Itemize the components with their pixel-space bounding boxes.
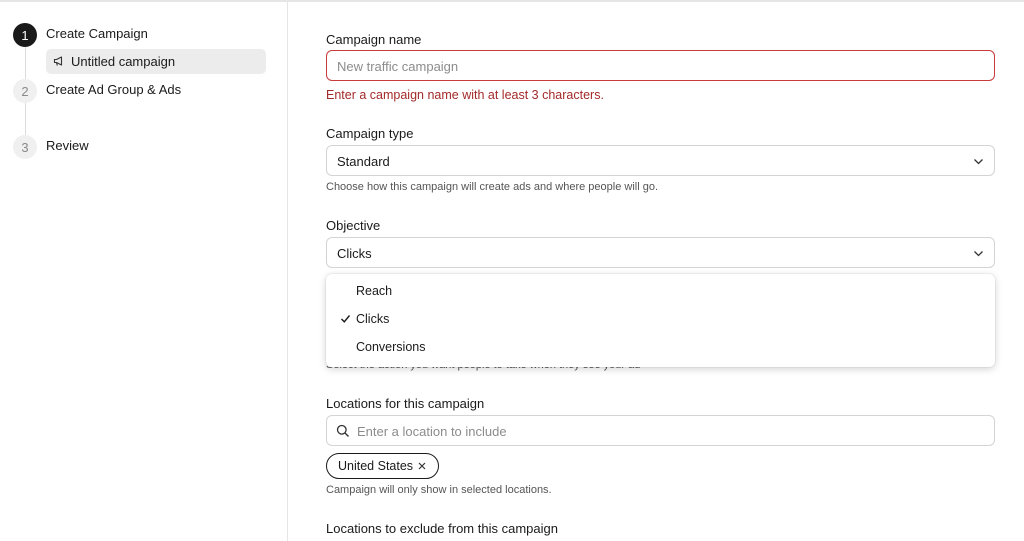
- objective-select[interactable]: Clicks: [326, 237, 995, 268]
- chevron-down-icon: [974, 159, 983, 165]
- option-reach[interactable]: Reach: [326, 279, 995, 305]
- campaign-name-label: Campaign name: [326, 32, 422, 47]
- campaign-name-input[interactable]: New traffic campaign: [326, 50, 995, 81]
- location-chip-united-states: United States: [326, 453, 439, 479]
- campaign-name-error: Enter a campaign name with at least 3 ch…: [326, 88, 604, 102]
- step-number-badge: 3: [13, 135, 37, 159]
- step-number-badge: 1: [13, 23, 37, 47]
- option-clicks[interactable]: Clicks: [326, 307, 995, 333]
- sidebar-item-untitled-campaign[interactable]: Untitled campaign: [46, 49, 266, 74]
- checkmark-icon: [341, 315, 351, 323]
- objective-label: Objective: [326, 218, 381, 233]
- campaign-type-select[interactable]: Standard: [326, 145, 995, 176]
- campaign-type-value: Standard: [337, 154, 390, 169]
- campaign-name-placeholder: New traffic campaign: [337, 59, 459, 74]
- exclude-locations-label: Locations to exclude from this campaign: [326, 521, 558, 536]
- wizard-sidebar: 1 Create Campaign Untitled campaign 2 Cr…: [0, 2, 288, 541]
- location-search-input[interactable]: Enter a location to include: [326, 415, 995, 446]
- megaphone-icon: [53, 56, 63, 66]
- search-icon: [336, 424, 349, 437]
- close-icon[interactable]: [417, 461, 427, 471]
- step-label: Create Ad Group & Ads: [46, 82, 182, 97]
- campaign-form: Campaign name New traffic campaign Enter…: [289, 2, 1024, 541]
- step-review[interactable]: 3 Review: [0, 135, 288, 163]
- step-number-badge: 2: [13, 79, 37, 103]
- sidebar-item-label: Untitled campaign: [71, 54, 176, 69]
- campaign-type-label: Campaign type: [326, 126, 414, 141]
- step-create-campaign[interactable]: 1 Create Campaign: [0, 23, 288, 51]
- step-label: Review: [46, 138, 89, 153]
- option-conversions[interactable]: Conversions: [326, 335, 995, 361]
- campaign-type-help: Choose how this campaign will create ads…: [326, 181, 659, 193]
- objective-dropdown-menu: Reach Clicks Conversions: [326, 274, 995, 367]
- option-label: Conversions: [356, 340, 426, 354]
- step-create-ad-group[interactable]: 2 Create Ad Group & Ads: [0, 79, 288, 107]
- chip-label: United States: [338, 459, 414, 473]
- step-connector: [25, 47, 26, 79]
- step-connector: [25, 103, 26, 135]
- locations-help: Campaign will only show in selected loca…: [326, 484, 552, 496]
- step-label: Create Campaign: [46, 26, 148, 41]
- option-label: Clicks: [356, 312, 390, 326]
- location-search-placeholder: Enter a location to include: [357, 424, 507, 439]
- objective-value: Clicks: [337, 246, 372, 261]
- chevron-down-icon: [974, 251, 983, 257]
- option-label: Reach: [356, 284, 393, 298]
- locations-label: Locations for this campaign: [326, 396, 485, 411]
